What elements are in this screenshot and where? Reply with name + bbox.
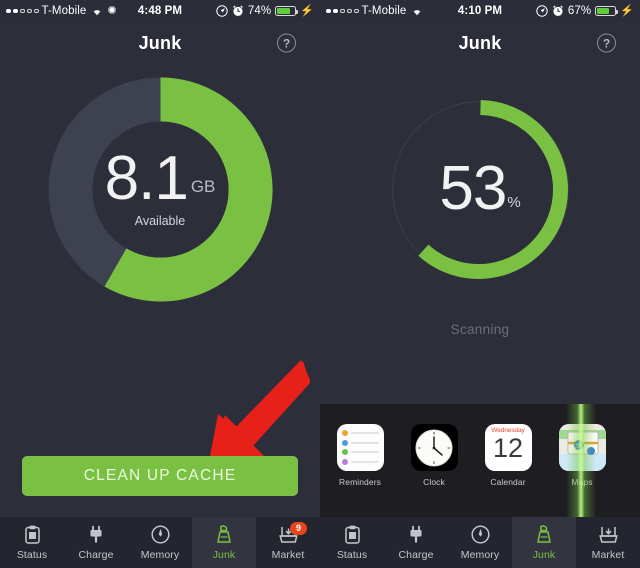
maps-app-icon: 280	[558, 424, 606, 471]
scan-progress-donut-chart: 53 %	[320, 64, 640, 314]
app-item-calendar: Wednesday 12 Calendar	[482, 424, 534, 487]
tab-charge[interactable]: Charge	[384, 517, 448, 568]
app-label-clock: Clock	[423, 477, 445, 487]
title-bar: Junk ?	[0, 22, 320, 64]
page-title: Junk	[138, 32, 182, 53]
tab-status-label: Status	[16, 548, 48, 561]
lightning-bolt-icon: ⚡	[620, 4, 634, 17]
page-title: Junk	[458, 32, 502, 53]
broom-icon	[216, 525, 232, 545]
battery-icon	[595, 6, 619, 16]
lightning-bolt-icon: ⚡	[300, 4, 314, 17]
svg-text:280: 280	[574, 444, 583, 450]
scanning-status-text: Scanning	[450, 322, 510, 337]
battery-icon	[275, 6, 299, 16]
tab-memory-label: Memory	[140, 548, 180, 561]
app-label-calendar: Calendar	[490, 477, 526, 487]
app-item-clock: Clock	[408, 424, 460, 487]
tab-status[interactable]: Status	[0, 517, 64, 568]
clock-app-icon	[410, 424, 458, 471]
tab-memory-label: Memory	[460, 548, 500, 561]
clean-up-cache-label: CLEAN UP CACHE	[83, 467, 237, 484]
carrier-label: T-Mobile	[361, 5, 407, 17]
signal-strength-icon	[326, 8, 359, 14]
tab-market[interactable]: Market	[576, 517, 640, 568]
bottom-tab-bar: Status Charge Memory Junk	[320, 517, 640, 568]
clipboard-icon	[344, 525, 360, 545]
tab-memory[interactable]: Memory	[448, 517, 512, 568]
status-bar: T-Mobile 4:10 PM 67% ⚡	[320, 0, 640, 22]
clean-up-cache-button[interactable]: CLEAN UP CACHE	[22, 456, 298, 496]
tab-status[interactable]: Status	[320, 517, 384, 568]
carrier-label: T-Mobile	[41, 5, 87, 17]
storage-donut-chart: 8.1 GB Available	[0, 64, 320, 314]
app-label-reminders: Reminders	[339, 477, 381, 487]
battery-percent-label: 67%	[567, 5, 592, 17]
plug-icon	[88, 525, 104, 545]
calendar-date-label: 12	[492, 433, 524, 463]
app-label-maps: Maps	[571, 477, 593, 487]
signal-strength-icon	[6, 8, 39, 14]
phone-screen-left: T-Mobile ✺ 4:48 PM 74% ⚡ Junk ? 8.1 GB A…	[0, 0, 320, 568]
reminders-app-icon	[336, 424, 384, 471]
tab-charge[interactable]: Charge	[64, 517, 128, 568]
calendar-app-icon: Wednesday 12	[484, 424, 532, 471]
app-item-maps: 280 Maps	[556, 424, 608, 487]
tab-junk[interactable]: Junk	[512, 517, 576, 568]
title-bar: Junk ?	[320, 22, 640, 64]
market-badge: 9	[290, 522, 307, 535]
plug-icon	[408, 525, 424, 545]
app-item-reminders: Reminders	[334, 424, 386, 487]
gauge-icon	[470, 525, 490, 545]
app-scan-panel: Reminders Clock Wednesday 12 Calendar 28…	[320, 404, 640, 517]
tab-junk[interactable]: Junk	[192, 517, 256, 568]
phone-screen-right: T-Mobile 4:10 PM 67% ⚡ Junk ? 53 % Scann…	[320, 0, 640, 568]
dual-screenshot-comparison: T-Mobile ✺ 4:48 PM 74% ⚡ Junk ? 8.1 GB A…	[0, 0, 640, 568]
tab-charge-label: Charge	[398, 548, 434, 561]
alarm-icon	[232, 5, 244, 17]
bottom-tab-bar: Status Charge Memory Junk	[0, 517, 320, 568]
tab-charge-label: Charge	[78, 548, 114, 561]
gauge-icon	[150, 525, 170, 545]
status-bar: T-Mobile ✺ 4:48 PM 74% ⚡	[0, 0, 320, 22]
wifi-icon	[411, 6, 423, 16]
battery-percent-label: 74%	[247, 5, 272, 17]
tab-memory[interactable]: Memory	[128, 517, 192, 568]
snowflake-icon: ✺	[107, 4, 117, 17]
question-mark-icon[interactable]: ?	[597, 33, 616, 53]
scan-progress-arc	[417, 99, 568, 279]
tab-junk-label: Junk	[212, 548, 236, 561]
wifi-icon	[91, 6, 103, 16]
broom-icon	[536, 525, 552, 545]
tab-market[interactable]: 9 Market	[256, 517, 320, 568]
tab-market-label: Market	[271, 548, 305, 561]
location-icon	[536, 5, 548, 17]
alarm-icon	[552, 5, 564, 17]
question-mark-icon[interactable]: ?	[277, 33, 296, 53]
tab-market-label: Market	[591, 548, 625, 561]
clipboard-icon	[24, 525, 40, 545]
tab-status-label: Status	[336, 548, 368, 561]
location-icon	[216, 5, 228, 17]
tab-junk-label: Junk	[532, 548, 556, 561]
download-tray-icon	[598, 525, 618, 545]
